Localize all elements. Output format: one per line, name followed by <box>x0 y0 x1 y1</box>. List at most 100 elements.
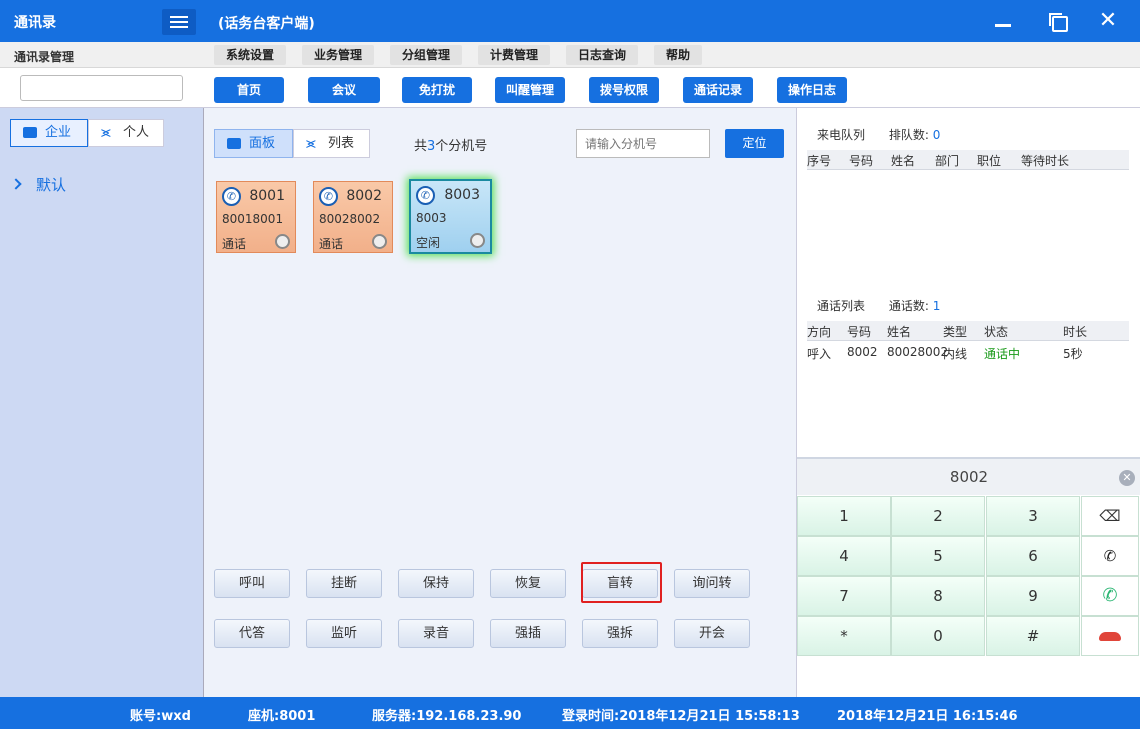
call-forward-icon[interactable]: ✆ <box>1081 536 1139 576</box>
hangup-call-icon[interactable] <box>1081 616 1139 656</box>
resume-button[interactable]: 恢复 <box>490 569 566 598</box>
col-header: 时长 <box>1063 325 1088 339</box>
call-button[interactable]: 呼叫 <box>214 569 290 598</box>
force-disconnect-button[interactable]: 强拆 <box>582 619 658 648</box>
dial-key-hash[interactable]: # <box>986 616 1080 656</box>
alarm-clock-icon <box>372 234 387 249</box>
close-button[interactable]: ✕ <box>1093 6 1123 36</box>
dial-key-star[interactable]: * <box>797 616 891 656</box>
tab-panel-label: 面板 <box>249 136 276 151</box>
hold-button[interactable]: 保持 <box>398 569 474 598</box>
panel-icon <box>227 138 241 149</box>
col-header: 序号 <box>807 154 832 168</box>
consult-transfer-button[interactable]: 询问转 <box>674 569 750 598</box>
sidebar: 企业 ⪤ 个人 默认 <box>0 108 204 697</box>
count-suffix: 个分机号 <box>435 139 488 154</box>
dial-key-5[interactable]: 5 <box>891 536 985 576</box>
dial-display[interactable]: 8002 <box>797 457 1140 495</box>
col-header: 姓名 <box>891 154 916 168</box>
tab-panel-view[interactable]: 面板 <box>214 129 293 158</box>
extension-number: 8002 <box>346 188 382 204</box>
menu-system-settings[interactable]: 系统设置 <box>214 45 287 65</box>
call-number: 8002 <box>847 345 878 359</box>
count-prefix: 共 <box>414 139 428 154</box>
extension-card-selected[interactable]: ✆ 8003 8003 空闲 <box>409 179 492 254</box>
dial-permission-button[interactable]: 拨号权限 <box>589 77 659 103</box>
locate-button[interactable]: 定位 <box>725 129 784 158</box>
tab-enterprise-label: 企业 <box>45 125 72 140</box>
calls-count-label: 通话数: <box>888 299 929 313</box>
extension-name: 80028002 <box>319 212 381 226</box>
app-title: 通讯录 <box>14 15 56 31</box>
clear-icon[interactable]: ✕ <box>1119 470 1135 486</box>
menu-log-query[interactable]: 日志查询 <box>566 45 639 65</box>
dial-key-6[interactable]: 6 <box>986 536 1080 576</box>
hangup-button[interactable]: 挂断 <box>306 569 382 598</box>
col-header: 职位 <box>977 154 1002 168</box>
hangup-handset-shape <box>1099 632 1121 641</box>
enterprise-icon <box>23 127 37 138</box>
contacts-search-input[interactable] <box>20 75 183 101</box>
menu-group-management[interactable]: 分组管理 <box>390 45 463 65</box>
table-row[interactable]: 呼入 8002 80028002 内线 通话中 5秒 <box>807 343 1129 363</box>
alarm-clock-icon <box>275 234 290 249</box>
call-records-button[interactable]: 通话记录 <box>683 77 753 103</box>
barge-in-button[interactable]: 强插 <box>490 619 566 648</box>
menu-billing-management[interactable]: 计费管理 <box>478 45 551 65</box>
tab-enterprise[interactable]: 企业 <box>10 119 88 147</box>
extension-card[interactable]: ✆ 8002 80028002 通话 <box>313 181 393 253</box>
record-button[interactable]: 录音 <box>398 619 474 648</box>
menu-toggle-button[interactable] <box>162 9 196 35</box>
queue-heading: 来电队列 排队数: 0 <box>817 126 940 143</box>
tree-item-default[interactable]: 默认 <box>10 174 67 195</box>
tab-list-label: 列表 <box>328 136 355 151</box>
tree-item-label: 默认 <box>36 176 67 194</box>
extension-search-input[interactable] <box>576 129 710 158</box>
extension-status: 通话 <box>222 237 247 251</box>
dial-key-2[interactable]: 2 <box>891 496 985 536</box>
hamburger-icon-line <box>170 26 188 28</box>
monitor-button[interactable]: 监听 <box>306 619 382 648</box>
window-title: (话务台客户端) <box>218 16 315 32</box>
dial-key-8[interactable]: 8 <box>891 576 985 616</box>
tab-personal[interactable]: ⪤ 个人 <box>88 119 164 147</box>
home-button[interactable]: 首页 <box>214 77 284 103</box>
minimize-button[interactable] <box>988 6 1018 36</box>
do-not-disturb-button[interactable]: 免打扰 <box>402 77 472 103</box>
server-info: 服务器:192.168.23.90 <box>372 709 522 724</box>
hamburger-icon-line <box>170 21 188 23</box>
queue-label: 来电队列 <box>817 128 866 142</box>
toolbar: 首页 会议 免打扰 叫醒管理 拨号权限 通话记录 操作日志 <box>0 68 1140 108</box>
extension-panel: 面板 ⪤ 列表 共3个分机号 定位 ✆ 8001 80018001 通话 ✆ 8… <box>204 108 796 697</box>
call-duration: 5秒 <box>1063 347 1083 361</box>
start-meeting-button[interactable]: 开会 <box>674 619 750 648</box>
wakeup-management-button[interactable]: 叫醒管理 <box>495 77 565 103</box>
tab-personal-label: 个人 <box>123 125 150 140</box>
col-header: 类型 <box>943 325 968 339</box>
extension-card[interactable]: ✆ 8001 80018001 通话 <box>216 181 296 253</box>
conference-button[interactable]: 会议 <box>308 77 380 103</box>
blind-transfer-highlight <box>581 562 662 603</box>
dial-key-3[interactable]: 3 <box>986 496 1080 536</box>
queue-count-label: 排队数: <box>888 128 929 142</box>
dial-key-7[interactable]: 7 <box>797 576 891 616</box>
menu-bar: 通讯录管理 系统设置 业务管理 分组管理 计费管理 日志查询 帮助 <box>0 42 1140 68</box>
extension-number: 8001 <box>249 188 285 204</box>
status-bar: 账号:wxd 座机:8001 服务器:192.168.23.90 登录时间:20… <box>0 697 1140 729</box>
maximize-button[interactable] <box>1042 6 1072 36</box>
menu-help[interactable]: 帮助 <box>654 45 703 65</box>
tab-list-view[interactable]: ⪤ 列表 <box>293 129 370 158</box>
calls-heading: 通话列表 通话数: 1 <box>817 297 940 314</box>
pickup-button[interactable]: 代答 <box>214 619 290 648</box>
extension-number: 8003 <box>444 187 480 203</box>
calls-count: 1 <box>932 299 941 313</box>
col-header: 方向 <box>807 325 832 339</box>
backspace-icon[interactable]: ⌫ <box>1081 496 1139 536</box>
menu-business-management[interactable]: 业务管理 <box>302 45 375 65</box>
dial-key-4[interactable]: 4 <box>797 536 891 576</box>
dial-key-9[interactable]: 9 <box>986 576 1080 616</box>
operation-log-button[interactable]: 操作日志 <box>777 77 847 103</box>
dial-key-0[interactable]: 0 <box>891 616 985 656</box>
answer-call-icon[interactable]: ✆ <box>1081 576 1139 616</box>
dial-key-1[interactable]: 1 <box>797 496 891 536</box>
